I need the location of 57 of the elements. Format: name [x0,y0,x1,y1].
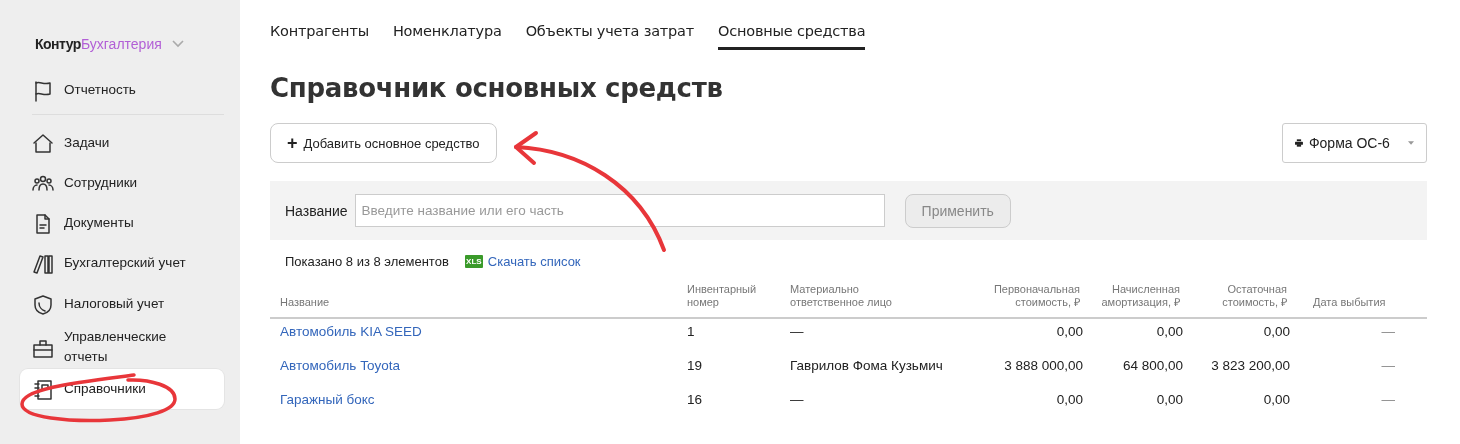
table-cell-text: — [1380,324,1396,339]
table-cell-text: 0,00 [1262,392,1291,407]
add-button[interactable]: + Добавить основное средство [270,123,497,163]
table-cell-text: 0,00 [1055,392,1084,407]
table-cell-text: — [1380,358,1396,373]
table-cell-text: — [789,392,805,407]
asset-link[interactable]: Автомобиль KIA SEED [270,324,677,339]
name-search-field[interactable]: Введите название или его часть [354,194,885,227]
nav-item[interactable]: Задачи [20,123,224,163]
flag-icon [32,79,54,102]
column-header: Название [279,296,331,309]
table-cell-text: 3 888 000,00 [1003,358,1084,373]
table-cell-text: 0,00 [1055,324,1084,339]
printer-icon [1295,137,1303,149]
filter-label: Название [285,202,348,219]
table-cell-text: Гаврилов Фома Кузьмич [789,358,944,373]
caret-icon [1407,140,1414,146]
house-icon [32,132,54,155]
nav-item[interactable]: Справочники [20,369,224,409]
asset-link[interactable]: Автомобиль Toyota [270,358,677,373]
shield-icon [32,293,54,316]
nav-item[interactable]: Сотрудники [20,163,224,203]
column-header: Дата выбытия [1312,296,1387,309]
tab[interactable]: Объекты учета затрат [525,20,695,50]
print-form-dropdown[interactable]: Форма ОС-6 [1282,123,1427,163]
asset-link[interactable]: Гаражный бокс [270,392,677,407]
nav-item[interactable]: Документы [20,203,224,243]
chevron-down-icon[interactable] [171,40,184,48]
spreadsheet-icon: XLS [464,254,483,268]
notebook-icon [32,378,54,401]
table-cell-text: 0,00 [1262,324,1291,339]
tab[interactable]: Основные средства [718,20,866,50]
books-icon [32,252,54,275]
brand-logo[interactable]: КонтурБухгалтерия [35,36,162,52]
table-cell-text: — [789,324,805,339]
nav-item[interactable]: Отчетность [20,70,224,110]
tab[interactable]: Контрагенты [270,20,369,50]
table-cell-text: 16 [686,392,704,407]
nav-item[interactable]: Управленческие отчеты [20,325,224,369]
column-header: Первоначальная стоимость, ₽ [992,283,1081,309]
table-cell-text: 3 823 200,00 [1210,358,1291,373]
nav-item[interactable]: Бухгалтерский учет [20,243,224,283]
table-cell-text: 0,00 [1155,324,1184,339]
tab[interactable]: Номенклатура [392,20,502,50]
column-header: Начисленная амортизация, ₽ [1100,283,1181,309]
download-list-link[interactable]: XLS Скачать список [464,253,581,269]
column-header: Материально ответственное лицо [789,283,893,309]
table-cell-text: 19 [686,358,704,373]
table-cell-text: 1 [686,324,696,339]
column-header: Инвентарный номер [686,283,758,309]
items-count: Показано 8 из 8 элементов [285,253,449,269]
page-title: Справочник основных средств [270,72,724,105]
column-header: Остаточная стоимость, ₽ [1221,283,1288,309]
table-cell-text: 64 800,00 [1121,358,1184,373]
nav-item[interactable]: Налоговый учет [20,283,224,325]
table-cell-text: 0,00 [1155,392,1184,407]
table-cell-text: — [1380,392,1396,407]
